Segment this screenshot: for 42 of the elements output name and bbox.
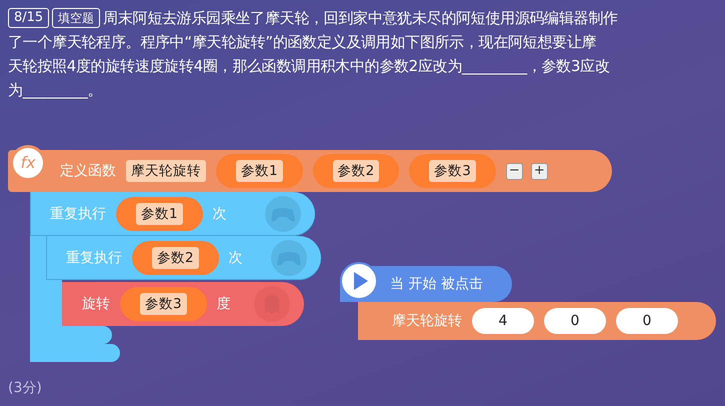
parameter-slot[interactable]: 参数2: [312, 154, 400, 188]
value-field[interactable]: 4: [472, 308, 534, 334]
block-label: 次: [212, 204, 227, 224]
param-count-button[interactable]: +: [530, 162, 548, 180]
param-count-button[interactable]: −: [506, 162, 523, 180]
turn-block[interactable]: 旋转 参数3 度: [62, 282, 304, 326]
repeat-block[interactable]: 重复执行 参数2 次: [46, 236, 321, 280]
parameter-label: 参数1: [136, 202, 183, 226]
block-label: 次: [228, 248, 243, 268]
block-label: 重复执行: [66, 248, 122, 268]
parameter-slot[interactable]: 参数1: [216, 154, 303, 188]
parameter-slot[interactable]: 参数1: [116, 197, 203, 231]
block-label: 旋转: [82, 294, 110, 314]
function-call-block[interactable]: 摩天轮旋转 4 0 0: [358, 302, 716, 340]
score-text: (3分): [8, 379, 42, 398]
block-label: 定义函数: [60, 162, 116, 180]
question-text-line: 为_________。: [8, 80, 104, 101]
question-text-line: 天轮按照4度的旋转速度旋转4圈，那么函数调用积木中的参数2应改为_________，参数3应改: [8, 56, 611, 77]
question-number: 8/15: [8, 8, 50, 28]
value-field[interactable]: 0: [544, 308, 606, 334]
gamepad-icon: [265, 196, 301, 232]
parameter-slot[interactable]: 参数3: [409, 154, 496, 188]
block-label: 度: [216, 294, 231, 314]
question-text-line: 了一个摩天轮程序。程序中“摩天轮旋转”的函数定义及调用如下图所示，现在阿短想要让摩: [8, 32, 598, 53]
parameter-slot[interactable]: 参数3: [120, 287, 207, 321]
ghost-icon: [254, 286, 290, 322]
parameter-label: 参数2: [152, 246, 199, 270]
gamepad-icon: [271, 240, 307, 276]
block-label: 当 开始 被点击: [390, 274, 483, 294]
question-text-line: 周末阿短去游乐园乘坐了摩天轮，回到家中意犹未尽的阿短使用源码编辑器制作: [103, 8, 618, 29]
value-field[interactable]: 0: [616, 308, 678, 334]
parameter-label: 参数2: [332, 160, 380, 182]
play-icon: [340, 262, 378, 300]
block-label: 摩天轮旋转: [392, 312, 462, 330]
function-name-label: 摩天轮旋转: [126, 160, 206, 182]
parameter-label: 参数3: [429, 160, 476, 182]
parameter-label: 参数1: [236, 160, 283, 182]
parameter-label: 参数3: [140, 292, 187, 316]
parameter-slot[interactable]: 参数2: [132, 241, 219, 275]
repeat-block[interactable]: 重复执行 参数1 次: [30, 192, 315, 236]
block-label: 重复执行: [50, 204, 106, 224]
question-type-tag: 填空题: [52, 8, 100, 28]
